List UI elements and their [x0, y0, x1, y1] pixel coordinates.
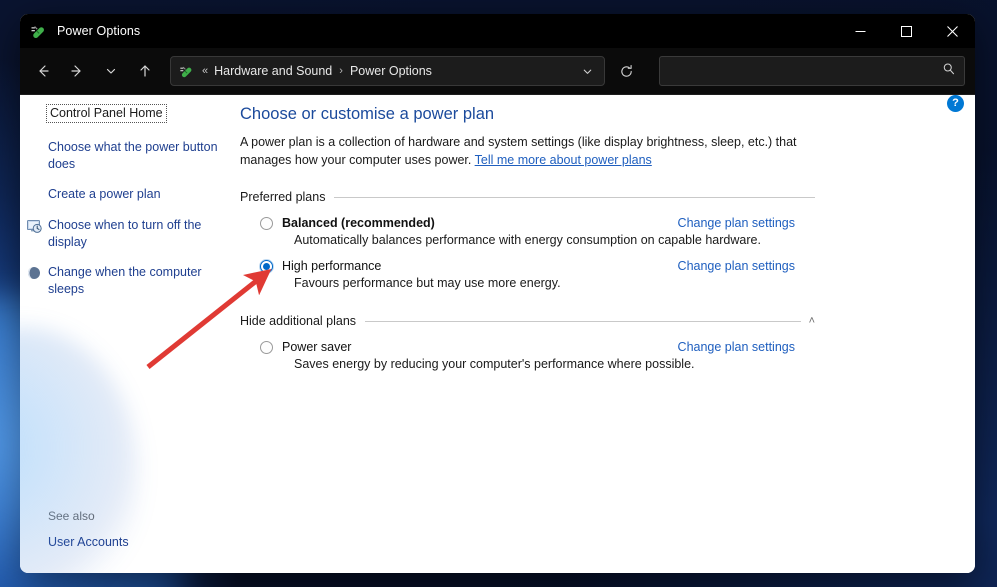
title-bar: Power Options — [20, 14, 975, 48]
window-controls — [837, 14, 975, 48]
sidebar-item-power-button-does[interactable]: Choose what the power button does — [20, 136, 240, 175]
section-label: Hide additional plans — [240, 314, 356, 328]
page-title: Choose or customise a power plan — [240, 105, 951, 124]
window-body: Control Panel Home Choose what the power… — [20, 95, 975, 573]
chevron-up-icon[interactable]: ˄ — [809, 316, 815, 327]
navigation-toolbar: « Hardware and Sound › Power Options — [20, 48, 975, 95]
forward-button[interactable] — [62, 56, 92, 86]
help-icon[interactable]: ? — [947, 95, 964, 112]
up-button[interactable] — [130, 56, 160, 86]
window-title: Power Options — [57, 24, 140, 38]
sidebar-item-create-a-power-plan[interactable]: Create a power plan — [20, 183, 240, 206]
refresh-button[interactable] — [611, 56, 641, 86]
plan-description: Saves energy by reducing your computer's… — [294, 357, 815, 371]
radio-power-saver[interactable] — [260, 341, 273, 354]
close-button[interactable] — [929, 14, 975, 48]
plan-row: High performance Change plan settings — [240, 259, 815, 273]
maximize-button[interactable] — [883, 14, 929, 48]
see-also-section: See also User Accounts — [20, 509, 240, 549]
no-icon — [20, 140, 48, 156]
back-button[interactable] — [28, 56, 58, 86]
change-plan-settings-link-power-saver[interactable]: Change plan settings — [678, 340, 815, 354]
desktop-background: Power Options — [0, 0, 997, 587]
plan-row: Power saver Change plan settings — [240, 340, 815, 354]
search-box[interactable] — [659, 56, 965, 86]
address-dropdown-chevron-down-icon[interactable] — [574, 58, 600, 84]
see-also-link-user-accounts[interactable]: User Accounts — [48, 535, 240, 549]
sidebar-links: Choose what the power button does Create… — [20, 136, 240, 300]
sidebar: Control Panel Home Choose what the power… — [20, 95, 240, 573]
no-icon — [20, 187, 48, 203]
plan-row: Balanced (recommended) Change plan setti… — [240, 216, 815, 230]
radio-balanced[interactable] — [260, 217, 273, 230]
minimize-button[interactable] — [837, 14, 883, 48]
breadcrumb-item-hardware-and-sound[interactable]: Hardware and Sound — [214, 64, 332, 78]
breadcrumb-item-power-options[interactable]: Power Options — [350, 64, 432, 78]
moon-icon — [20, 265, 48, 281]
plan-high-performance: High performance Change plan settings Fa… — [240, 259, 815, 290]
intro-paragraph: A power plan is a collection of hardware… — [240, 133, 822, 169]
power-options-window: Power Options — [20, 14, 975, 573]
tell-me-more-link[interactable]: Tell me more about power plans — [475, 153, 652, 167]
plan-balanced: Balanced (recommended) Change plan setti… — [240, 216, 815, 247]
sidebar-item-label: Choose when to turn off the display — [48, 217, 223, 250]
plan-name[interactable]: High performance — [282, 259, 381, 273]
sidebar-item-computer-sleeps[interactable]: Change when the computer sleeps — [20, 261, 240, 300]
section-label: Preferred plans — [240, 190, 325, 204]
search-input[interactable] — [670, 64, 942, 78]
sidebar-item-label: Choose what the power button does — [48, 139, 223, 172]
search-icon[interactable] — [942, 62, 956, 81]
change-plan-settings-link-high-performance[interactable]: Change plan settings — [678, 259, 815, 273]
sidebar-item-turn-off-display[interactable]: Choose when to turn off the display — [20, 214, 240, 253]
sidebar-item-label: Create a power plan — [48, 186, 161, 203]
section-divider — [334, 197, 815, 198]
recent-locations-chevron-down-icon[interactable] — [96, 56, 126, 86]
monitor-clock-icon — [20, 218, 48, 234]
section-divider — [365, 321, 801, 322]
breadcrumb-separator-icon: › — [339, 65, 343, 77]
power-plug-icon — [30, 22, 48, 40]
main-content: ? Choose or customise a power plan A pow… — [240, 95, 975, 573]
section-header-hide-additional-plans[interactable]: Hide additional plans ˄ — [240, 314, 815, 328]
sidebar-item-control-panel-home[interactable]: Control Panel Home — [47, 105, 166, 122]
plan-description: Favours performance but may use more ene… — [294, 276, 815, 290]
plan-name[interactable]: Power saver — [282, 340, 351, 354]
section-header-preferred-plans: Preferred plans — [240, 190, 815, 204]
plan-description: Automatically balances performance with … — [294, 233, 815, 247]
see-also-heading: See also — [48, 509, 240, 523]
plan-power-saver: Power saver Change plan settings Saves e… — [240, 340, 815, 371]
radio-high-performance[interactable] — [260, 260, 273, 273]
change-plan-settings-link-balanced[interactable]: Change plan settings — [678, 216, 815, 230]
address-bar[interactable]: « Hardware and Sound › Power Options — [170, 56, 605, 86]
breadcrumb-power-plug-icon — [179, 63, 195, 79]
plan-name[interactable]: Balanced (recommended) — [282, 216, 435, 230]
breadcrumb-overflow-icon[interactable]: « — [202, 65, 208, 77]
sidebar-item-label: Change when the computer sleeps — [48, 264, 223, 297]
